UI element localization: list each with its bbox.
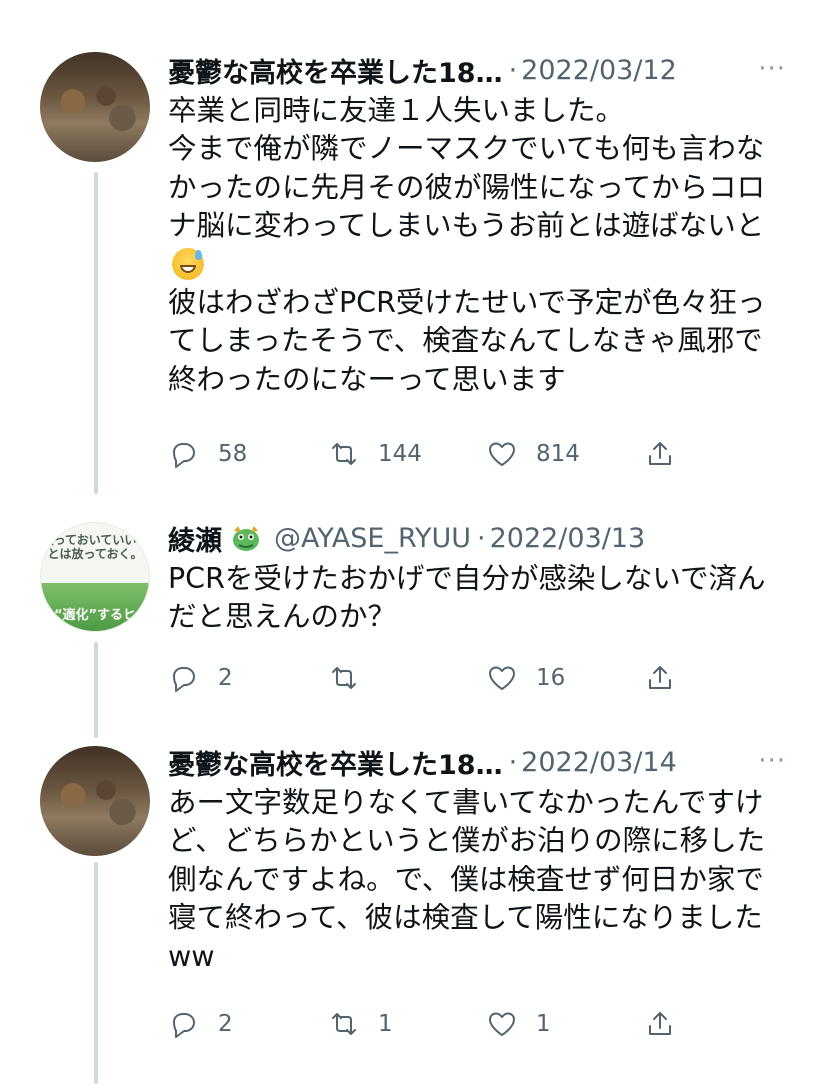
timestamp[interactable]: 2022/03/14	[521, 747, 677, 778]
reply-button[interactable]: 58	[168, 434, 247, 474]
username[interactable]: @AYASE_RYUU	[274, 523, 471, 554]
tweet-header: 綾瀬 @AYASE_RYUU · 2022/03/13	[168, 518, 788, 558]
reply-icon	[173, 1013, 195, 1038]
tweet-header: 憂鬱な高校を卒業した18… · 2022/03/14	[168, 742, 788, 782]
retweet-button[interactable]: 1	[328, 1004, 393, 1044]
retweet-button[interactable]	[328, 658, 378, 698]
reply-count: 2	[218, 1011, 233, 1037]
separator: ·	[477, 522, 486, 554]
reply-button[interactable]: 2	[168, 1004, 233, 1044]
like-button[interactable]: 1	[486, 1004, 551, 1044]
retweet-count: 144	[378, 441, 422, 467]
tweet-actions: 58 144 814	[168, 434, 688, 474]
tweet-actions: 2 16	[168, 658, 688, 698]
separator: ·	[508, 54, 518, 86]
tweet-actions: 2 1 1	[168, 1004, 688, 1044]
reply-icon	[173, 667, 195, 692]
share-button[interactable]	[644, 434, 676, 474]
like-count: 16	[536, 665, 566, 691]
display-name[interactable]: 憂鬱な高校を卒業した18…	[168, 743, 503, 782]
dragon-face-emoji-icon	[233, 526, 259, 551]
reply-count: 58	[218, 441, 248, 467]
timestamp[interactable]: 2022/03/13	[490, 523, 646, 554]
retweet-icon	[332, 1013, 356, 1035]
grinning-sweat-emoji-icon	[172, 247, 204, 280]
thread-connector-2	[94, 642, 98, 738]
heart-icon	[489, 666, 515, 690]
share-icon	[649, 1012, 671, 1035]
heart-icon	[489, 1012, 515, 1036]
avatar[interactable]	[40, 52, 150, 162]
avatar-book-band-text: “適化”するヒ	[53, 608, 137, 623]
more-options-icon[interactable]: ···	[758, 54, 786, 84]
display-name[interactable]: 綾瀬	[168, 519, 222, 558]
like-button[interactable]: 16	[486, 658, 565, 698]
avatar-book-title: 放っておいていいことは放っておく。	[41, 533, 149, 561]
like-count: 1	[536, 1011, 551, 1037]
avatar[interactable]: 放っておいていいことは放っておく。 “適化”するヒ	[40, 522, 150, 632]
separator: ·	[508, 746, 518, 778]
share-button[interactable]	[644, 1004, 676, 1044]
tweet-text-part: 彼はわざわざPCR受けたせいで予定が色々狂ってしまったそうで、検査なんてしなきゃ…	[168, 286, 766, 396]
like-button[interactable]: 814	[486, 434, 580, 474]
display-name[interactable]: 憂鬱な高校を卒業した18…	[168, 51, 503, 90]
reply-button[interactable]: 2	[168, 658, 233, 698]
retweet-icon	[332, 443, 356, 465]
more-options-icon[interactable]: ···	[758, 746, 786, 776]
thread-connector-1	[94, 172, 98, 494]
share-button[interactable]	[644, 658, 676, 698]
like-count: 814	[536, 441, 580, 467]
avatar[interactable]	[40, 746, 150, 856]
tweet-text: あー文字数足りなくて書いてなかったんですけど、どちらかというと僕がお泊りの際に移…	[168, 786, 766, 973]
retweet-count: 1	[378, 1011, 393, 1037]
thread-connector-3	[94, 862, 98, 1084]
reply-icon	[173, 443, 195, 468]
tweet-text: 卒業と同時に友達１人失いました。 今まで俺が隣でノーマスクでいても何も言わなかっ…	[168, 92, 778, 399]
retweet-icon	[332, 667, 356, 689]
timestamp[interactable]: 2022/03/12	[521, 55, 677, 86]
heart-icon	[489, 442, 515, 466]
tweet-text-part: 卒業と同時に友達１人失いました。 今まで俺が隣でノーマスクでいても何も言わなかっ…	[168, 94, 766, 243]
tweet-text: PCRを受けたおかげで自分が感染しないで済んだと思えんのか？	[168, 562, 766, 634]
share-icon	[649, 442, 671, 465]
reply-count: 2	[218, 665, 233, 691]
tweet-header: 憂鬱な高校を卒業した18… · 2022/03/12	[168, 50, 788, 90]
share-icon	[649, 666, 671, 689]
retweet-button[interactable]: 144	[328, 434, 422, 474]
